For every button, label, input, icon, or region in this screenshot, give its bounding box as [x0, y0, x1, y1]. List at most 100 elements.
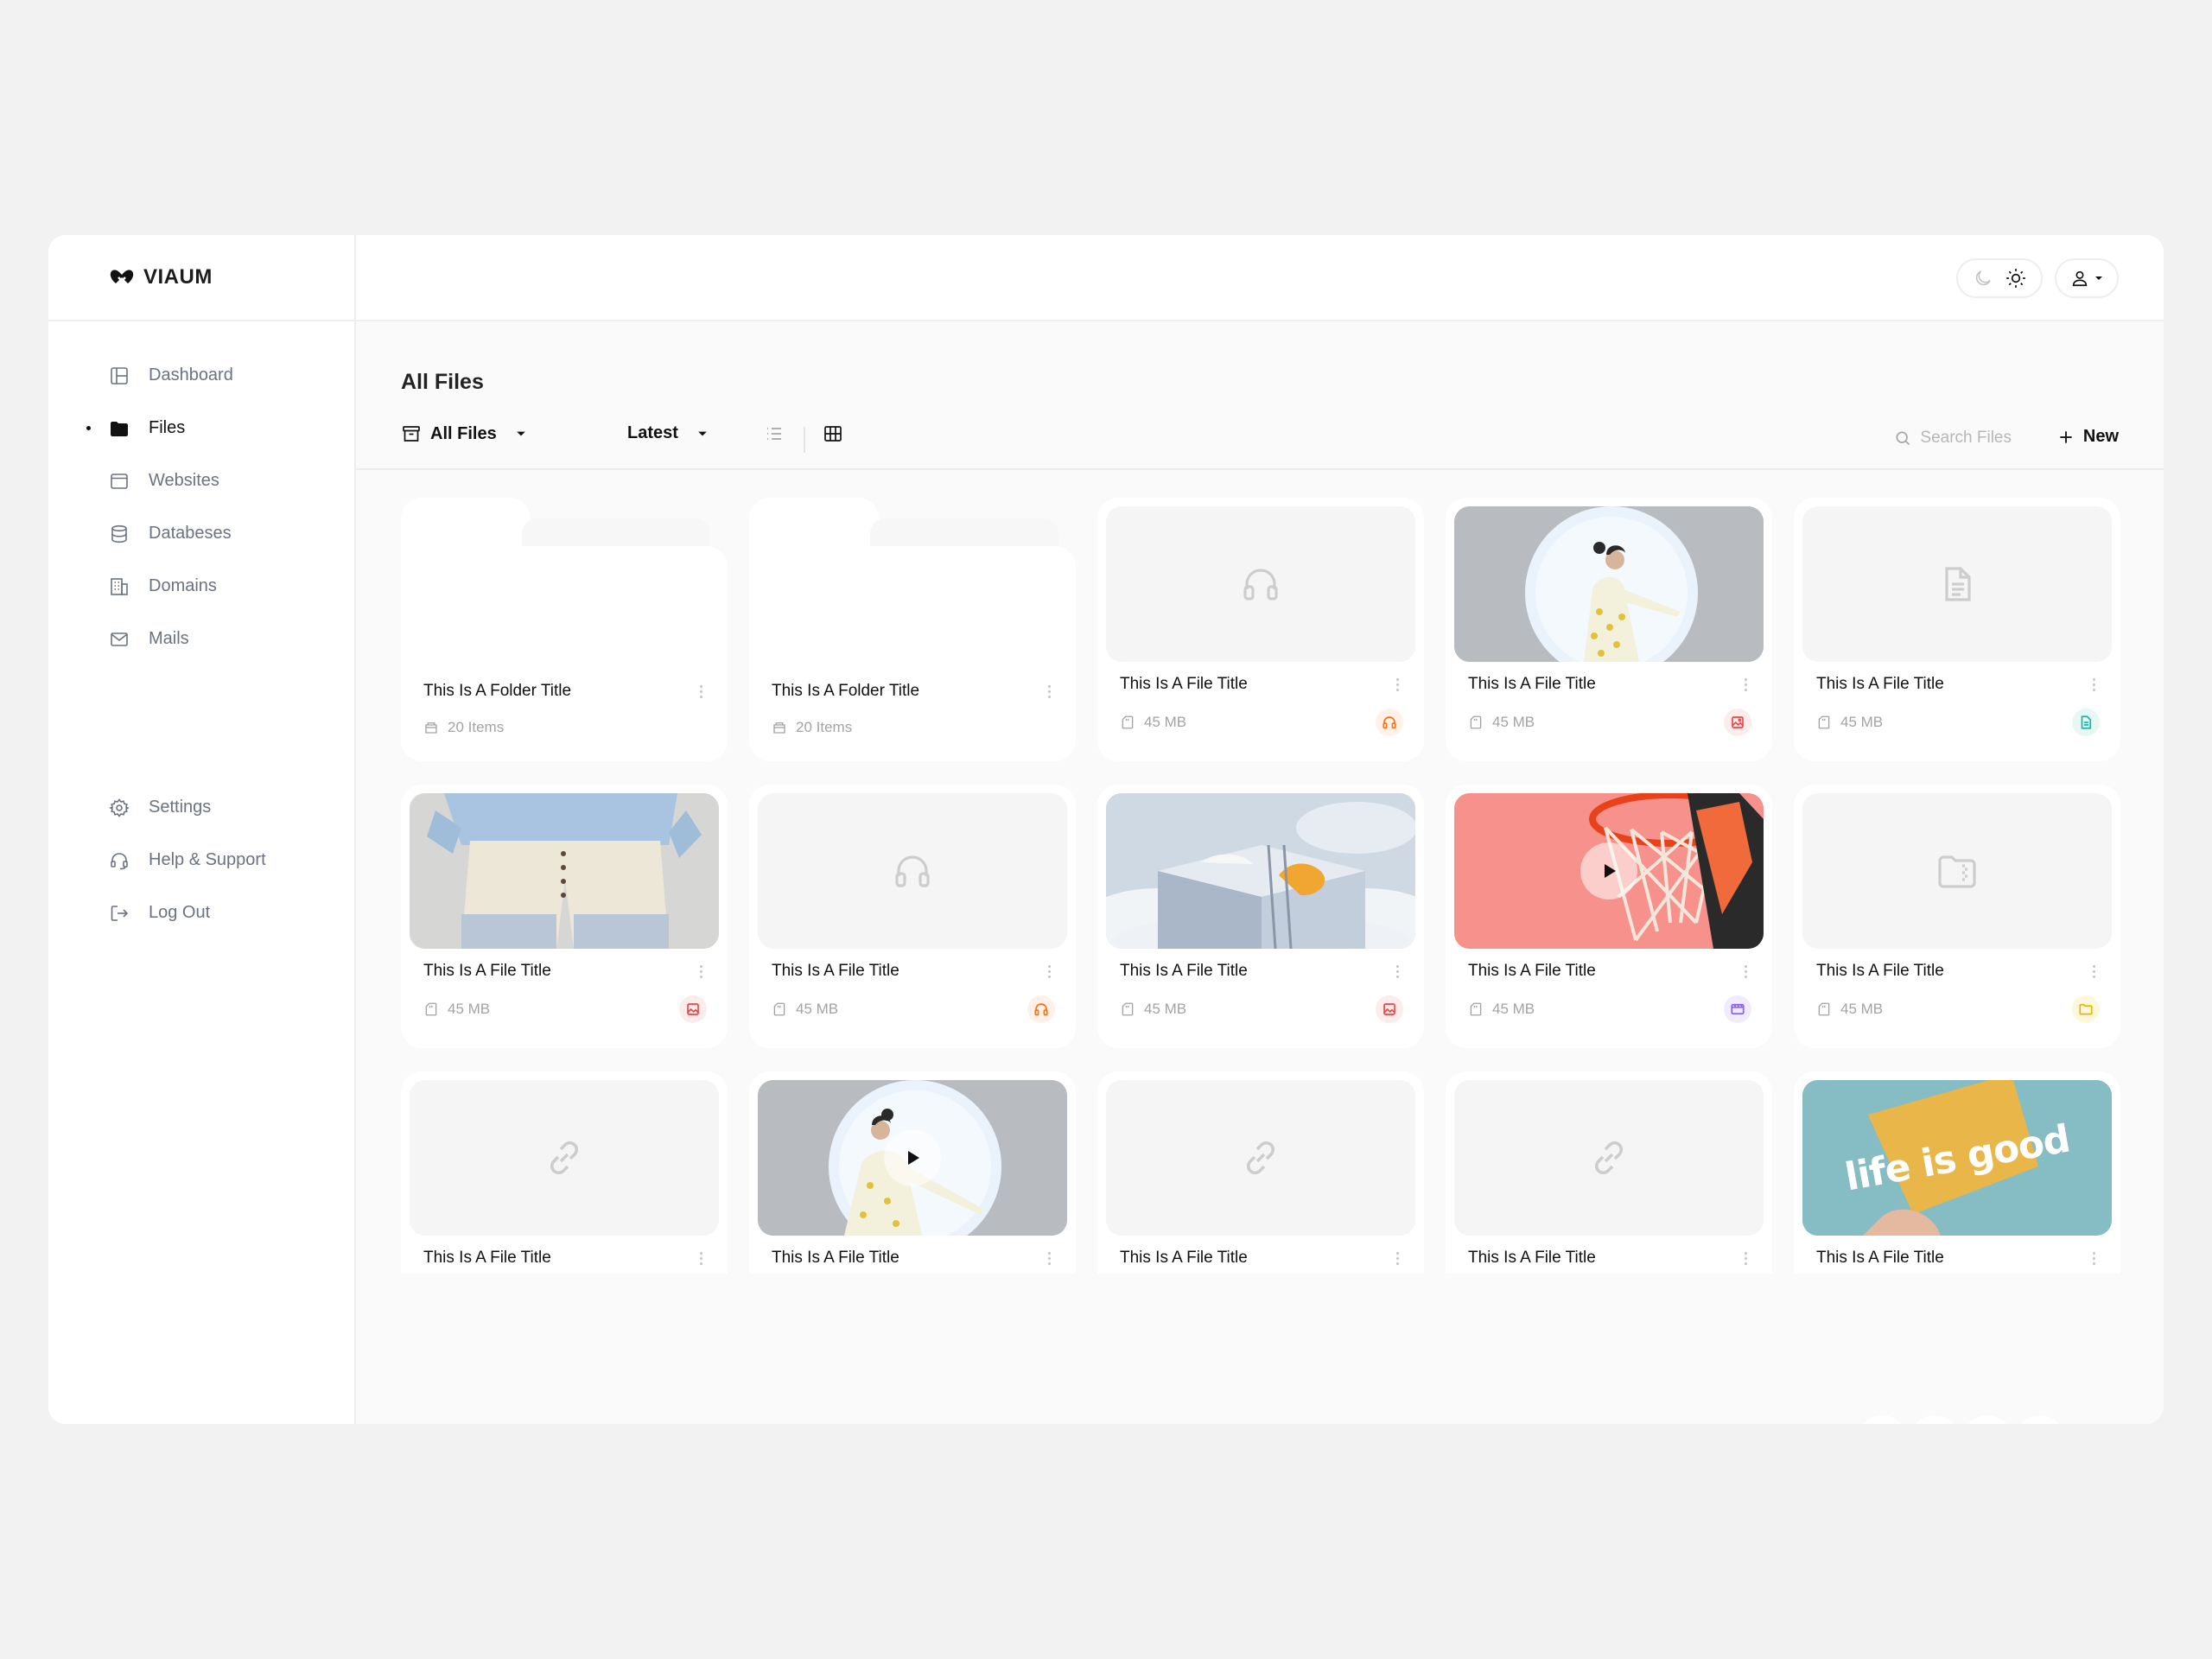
sidebar-item-log-out[interactable]: Log Out: [48, 887, 354, 939]
more-options-icon[interactable]: [1741, 1249, 1750, 1268]
file-thumbnail: [410, 793, 719, 949]
card-title: This Is A File Title: [423, 962, 551, 980]
sidebar-item-files[interactable]: Files: [48, 402, 354, 454]
file-thumbnail: [758, 793, 1067, 949]
file-card[interactable]: life is good This Is A File Title: [1794, 1071, 2120, 1274]
file-card[interactable]: This Is A File Title: [1446, 1071, 1772, 1274]
file-size: 45 MB: [448, 1001, 491, 1017]
folder-card[interactable]: This Is A Folder Title 20 Items: [401, 498, 728, 761]
sidebar-item-settings[interactable]: Settings: [48, 781, 354, 834]
items-icon: [773, 722, 785, 734]
headphones-icon: [1034, 1003, 1048, 1016]
play-icon: [1605, 864, 1616, 878]
sidebar-item-label: Databeses: [149, 524, 232, 543]
file-thumbnail: [1454, 793, 1764, 949]
sidebar-item-databases[interactable]: Databeses: [48, 507, 354, 560]
file-card[interactable]: This Is A File Title 45 MB: [1446, 785, 1772, 1048]
page-button[interactable]: 1: [1856, 1415, 1908, 1424]
gear-icon: [109, 798, 130, 817]
file-card[interactable]: This Is A File Title: [1097, 1071, 1424, 1274]
sidebar-item-label: Mails: [149, 629, 189, 648]
more-options-icon[interactable]: [1393, 1249, 1402, 1268]
sidebar: VIAUM Dashboard Files Websites Databeses: [48, 235, 356, 1424]
list-view-button[interactable]: [764, 423, 785, 444]
sidebar-item-mails[interactable]: Mails: [48, 613, 354, 665]
image-type-badge: [679, 995, 707, 1023]
sidebar-item-help-support[interactable]: Help & Support: [48, 834, 354, 887]
sort-label: Latest: [627, 423, 678, 442]
card-meta: 45 MB: [423, 1001, 490, 1018]
sun-icon[interactable]: [2005, 267, 2027, 289]
sidebar-item-dashboard[interactable]: Dashboard: [48, 349, 354, 402]
sidebar-item-label: Dashboard: [149, 365, 233, 385]
new-button[interactable]: New: [2057, 427, 2119, 447]
more-options-icon[interactable]: [1045, 962, 1053, 981]
file-card[interactable]: This Is A File Title 45 MB: [749, 785, 1076, 1048]
page-button-current[interactable]: 2: [1909, 1415, 1961, 1424]
page-button[interactable]: 25: [2014, 1415, 2066, 1424]
card-meta: 45 MB: [772, 1001, 838, 1018]
file-card[interactable]: This Is A File Title: [749, 1071, 1076, 1274]
file-card[interactable]: This Is A File Title 45 MB: [401, 785, 728, 1048]
film-icon: [1731, 1003, 1745, 1015]
card-meta: 20 Items: [423, 719, 504, 736]
play-button[interactable]: [884, 1129, 941, 1186]
grid-view-button[interactable]: [823, 423, 843, 444]
play-button[interactable]: [1580, 842, 1637, 899]
clouds-photo-image: [1106, 793, 1415, 949]
card-meta: 45 MB: [1816, 714, 1883, 731]
file-size: 45 MB: [796, 1001, 839, 1017]
folder-card[interactable]: This Is A Folder Title 20 Items: [749, 498, 1076, 761]
layout-icon: [111, 366, 128, 385]
card-meta: 45 MB: [1120, 1001, 1186, 1018]
file-card[interactable]: This Is A File Title 45 MB: [1794, 498, 2120, 761]
more-options-icon[interactable]: [1741, 675, 1750, 694]
file-card[interactable]: This Is A File Title: [401, 1071, 728, 1274]
sort-dropdown[interactable]: Latest: [627, 423, 708, 443]
card-title: This Is A File Title: [1468, 675, 1596, 693]
more-options-icon[interactable]: [1741, 962, 1750, 981]
file-card[interactable]: This Is A File Title 45 MB: [1794, 785, 2120, 1048]
folder-tab-back: [870, 518, 1058, 550]
headset-icon: [111, 852, 128, 869]
file-card[interactable]: This Is A File Title 45 MB: [1446, 498, 1772, 761]
more-options-icon[interactable]: [1045, 1249, 1053, 1268]
grid-view-icon: [824, 426, 842, 442]
card-meta: 45 MB: [1468, 1001, 1535, 1018]
more-options-icon[interactable]: [2089, 1249, 2098, 1268]
browser-icon: [111, 473, 128, 489]
filter-label: All Files: [430, 423, 497, 443]
more-options-icon[interactable]: [696, 1249, 705, 1268]
file-card[interactable]: This Is A File Title 45 MB: [1097, 498, 1424, 761]
audio-type-badge: [1376, 709, 1403, 736]
more-options-icon[interactable]: [1393, 962, 1402, 981]
user-menu-button[interactable]: [2055, 258, 2119, 298]
file-card[interactable]: This Is A File Title 45 MB: [1097, 785, 1424, 1048]
image-type-badge: [1724, 709, 1751, 736]
more-options-icon[interactable]: [2089, 675, 2098, 694]
brand-logo[interactable]: VIAUM: [48, 235, 354, 321]
more-options-icon[interactable]: [2089, 962, 2098, 981]
theme-toggle[interactable]: [1956, 258, 2043, 298]
more-options-icon[interactable]: [1045, 682, 1053, 701]
next-page-button[interactable]: [2067, 1415, 2119, 1424]
search-icon: [1896, 431, 1910, 446]
viaum-logo-icon: [110, 270, 134, 283]
sidebar-item-websites[interactable]: Websites: [48, 454, 354, 507]
previous-page-button[interactable]: [1803, 1415, 1855, 1424]
moon-icon[interactable]: [1973, 268, 1993, 289]
sidebar-item-domains[interactable]: Domains: [48, 560, 354, 613]
file-size: 45 MB: [1144, 1001, 1187, 1017]
search-field[interactable]: Search Files: [1894, 429, 2012, 448]
card-meta: 45 MB: [1816, 1001, 1883, 1018]
more-options-icon[interactable]: [696, 962, 705, 981]
card-title: This Is A File Title: [1468, 962, 1596, 980]
filter-dropdown[interactable]: All Files: [401, 423, 526, 444]
video-type-badge: [1724, 995, 1751, 1023]
database-icon: [111, 524, 127, 543]
file-thumbnail: [1802, 506, 2112, 662]
more-options-icon[interactable]: [696, 682, 705, 701]
more-options-icon[interactable]: [1393, 675, 1402, 694]
card-meta: 45 MB: [1468, 714, 1535, 731]
card-meta: 45 MB: [1120, 714, 1186, 731]
